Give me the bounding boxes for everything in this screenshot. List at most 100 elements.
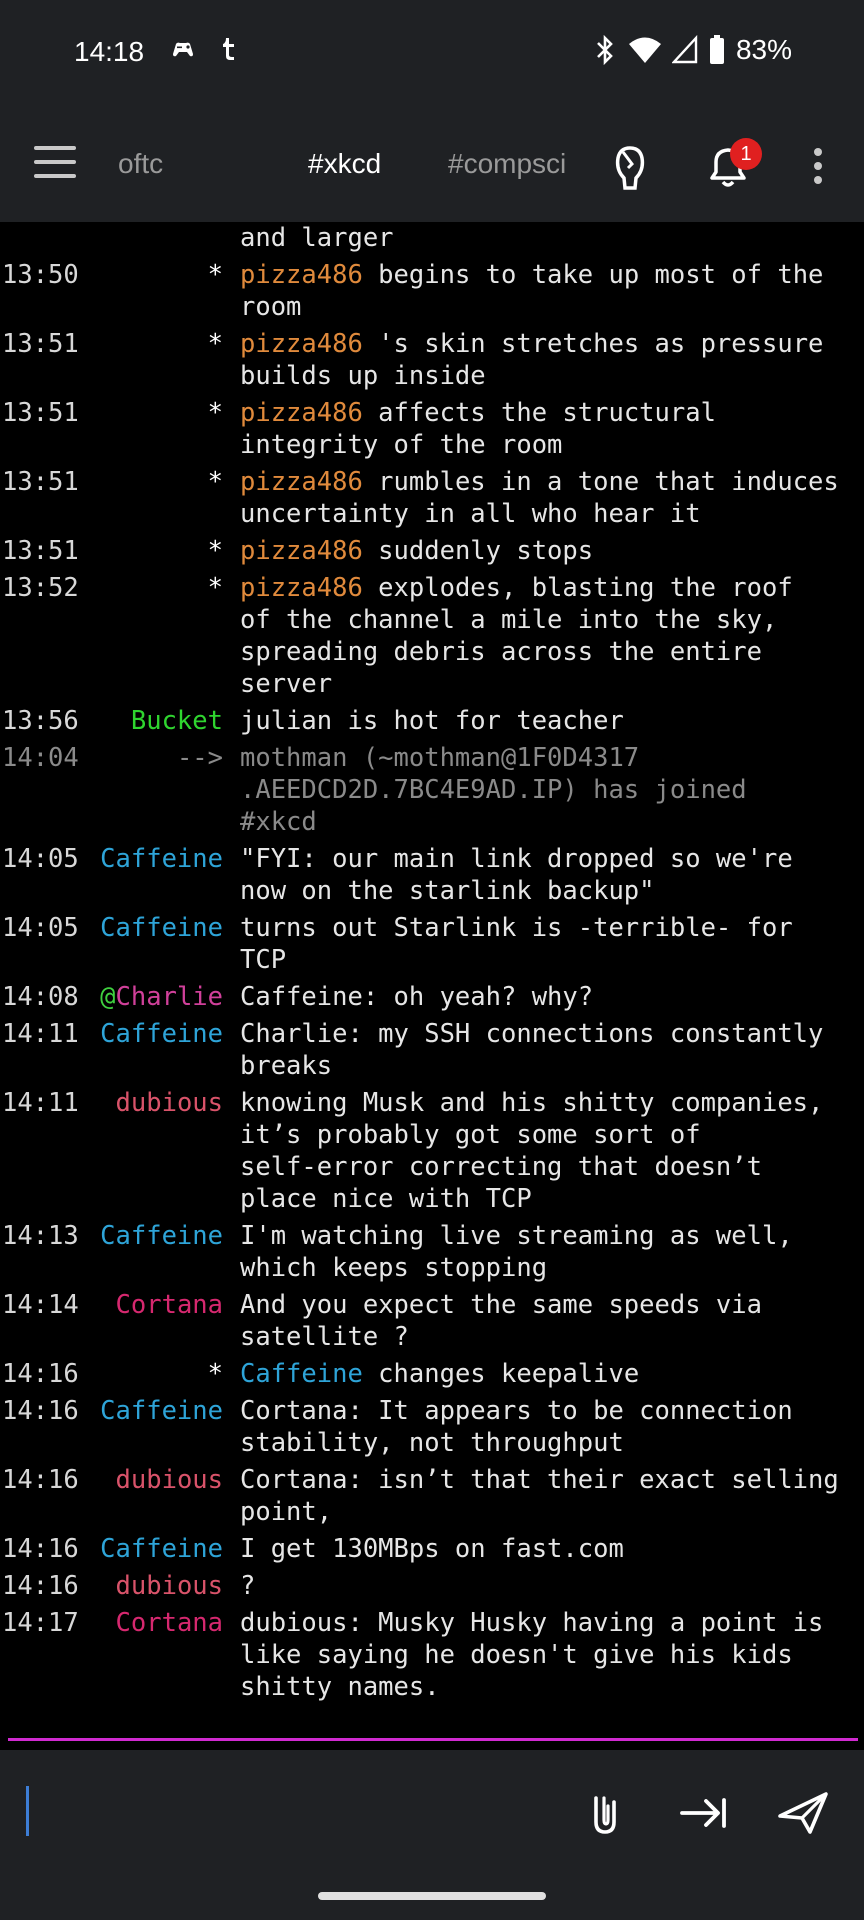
message-text: Charlie: my SSH connections constantly [240, 1019, 824, 1049]
message-line: server [240, 668, 864, 700]
message-nick[interactable]: Cortana [116, 1607, 223, 1639]
message-body: turns out Starlink is -terrible- for TCP [240, 912, 864, 976]
message-time: 14:17 [2, 1608, 79, 1638]
hamburger-line [34, 160, 76, 164]
send-icon[interactable] [776, 1786, 830, 1840]
menu-button[interactable] [30, 146, 80, 186]
message-line: like saying he doesn't give his kids [240, 1639, 864, 1671]
tab-complete-icon[interactable] [678, 1786, 732, 1840]
message-nick[interactable]: --> [177, 742, 223, 774]
input-bar [0, 1750, 864, 1920]
message-text: uncertainty in all who hear it [240, 499, 701, 529]
message-time: 13:51 [2, 467, 79, 497]
message-nick[interactable]: Caffeine [100, 1220, 223, 1252]
home-indicator[interactable] [318, 1892, 546, 1900]
message-nick[interactable]: Caffeine [100, 912, 223, 944]
hamburger-line [34, 174, 76, 178]
message-text: I get 130MBps on fast.com [240, 1534, 624, 1564]
message-line: point, [240, 1496, 864, 1528]
message-line: stability, not throughput [240, 1427, 864, 1459]
message-line: uncertainty in all who hear it [240, 498, 864, 530]
action-nick[interactable]: pizza486 [240, 329, 363, 359]
message-nick[interactable]: * [208, 328, 223, 360]
message-line: now on the starlink backup" [240, 875, 864, 907]
message-nick[interactable]: * [208, 572, 223, 604]
message-body: pizza486 rumbles in a tone that induces u… [240, 466, 864, 530]
action-nick[interactable]: pizza486 [240, 260, 363, 290]
message-body: Caffeine: oh yeah? why? [240, 981, 864, 1013]
message-line: .AEEDCD2D.7BC4E9AD.IP) has joined [240, 774, 864, 806]
message-text: dubious: Musky Husky having a point is [240, 1608, 824, 1638]
message-line: self-error correcting that doesn’t [240, 1151, 864, 1183]
message-log[interactable]: 13:50 * pizza486 slowly begins growing lar… [0, 222, 864, 1740]
tab-server[interactable]: oftc [118, 148, 163, 180]
message-text: mothman (~mothman@1F0D4317 [240, 743, 640, 773]
message-line: Cortana: It appears to be connection [240, 1395, 864, 1427]
message-body: I'm watching live streaming as well, whic… [240, 1220, 864, 1284]
message-text: which keeps stopping [240, 1253, 548, 1283]
message-time: 13:50 [2, 260, 79, 290]
message-line: #xkcd [240, 806, 864, 838]
message-nick[interactable]: * [208, 466, 223, 498]
message-text: it’s probably got some sort of [240, 1120, 701, 1150]
op-prefix: @ [100, 982, 116, 1012]
message-body: pizza486 affects the structural integrity… [240, 397, 864, 461]
message-time: 13:51 [2, 329, 79, 359]
message-nick[interactable]: Bucket [131, 705, 223, 737]
message-line: Caffeine changes keepalive [240, 1358, 864, 1390]
message-body: I get 130MBps on fast.com [240, 1533, 864, 1565]
message-nick[interactable]: Caffeine [100, 1533, 223, 1565]
message-body: pizza486 begins to take up most of the ro… [240, 259, 864, 323]
message-text: and larger [240, 223, 394, 253]
tab-active-channel[interactable]: #xkcd [308, 148, 381, 180]
message-nick[interactable]: dubious [116, 1464, 223, 1496]
message-nick[interactable]: * [208, 397, 223, 429]
message-text: now on the starlink backup" [240, 876, 655, 906]
message-line: breaks [240, 1050, 864, 1082]
message-nick[interactable]: @Charlie [100, 981, 223, 1013]
nick-name: Charlie [115, 982, 223, 1012]
message-time: 13:52 [2, 573, 79, 603]
message-text: Caffeine: oh yeah? why? [240, 982, 594, 1012]
message-nick[interactable]: Cortana [116, 1289, 223, 1321]
message-nick[interactable]: Caffeine [100, 843, 223, 875]
notification-badge: 1 [730, 138, 762, 170]
attach-icon[interactable] [578, 1786, 632, 1840]
message-line: it’s probably got some sort of [240, 1119, 864, 1151]
message-body: Cortana: isn’t that their exact selling p… [240, 1464, 864, 1528]
message-line: pizza486 affects the structural [240, 397, 864, 429]
message-nick[interactable]: dubious [116, 1570, 223, 1602]
message-body: And you expect the same speeds via satell… [240, 1289, 864, 1353]
message-text: affects the structural [362, 398, 716, 428]
message-line: integrity of the room [240, 429, 864, 461]
message-time: 14:16 [2, 1534, 79, 1564]
status-time: 14:18 [74, 36, 145, 67]
message-line: pizza486 rumbles in a tone that induces [240, 466, 864, 498]
message-nick[interactable]: Caffeine [100, 1395, 223, 1427]
action-nick[interactable]: pizza486 [240, 398, 363, 428]
read-marker-line [8, 1738, 858, 1741]
text-caret [26, 1786, 29, 1836]
message-time: 14:11 [2, 1088, 79, 1118]
message-line: pizza486 explodes, blasting the roof [240, 572, 864, 604]
action-nick[interactable]: pizza486 [240, 467, 363, 497]
message-line: ? [240, 1570, 864, 1602]
message-text: builds up inside [240, 361, 486, 391]
message-nick[interactable]: dubious [116, 1087, 223, 1119]
message-line: which keeps stopping [240, 1252, 864, 1284]
nick-list-icon[interactable] [602, 138, 658, 194]
action-nick[interactable]: Caffeine [240, 1359, 363, 1389]
message-nick[interactable]: * [208, 535, 223, 567]
message-text: stability, not throughput [240, 1428, 624, 1458]
hamburger-icon [34, 146, 76, 150]
tab-next-channel[interactable]: #compsci [448, 148, 566, 180]
action-nick[interactable]: pizza486 [240, 536, 363, 566]
message-text: of the channel a mile into the sky, [240, 605, 778, 635]
overflow-menu-icon[interactable] [790, 138, 846, 194]
message-nick[interactable]: * [208, 259, 223, 291]
message-input[interactable] [20, 1780, 560, 1844]
message-nick[interactable]: * [208, 1358, 223, 1390]
message-text: changes keepalive [362, 1359, 640, 1389]
message-nick[interactable]: Caffeine [100, 1018, 223, 1050]
action-nick[interactable]: pizza486 [240, 573, 363, 603]
